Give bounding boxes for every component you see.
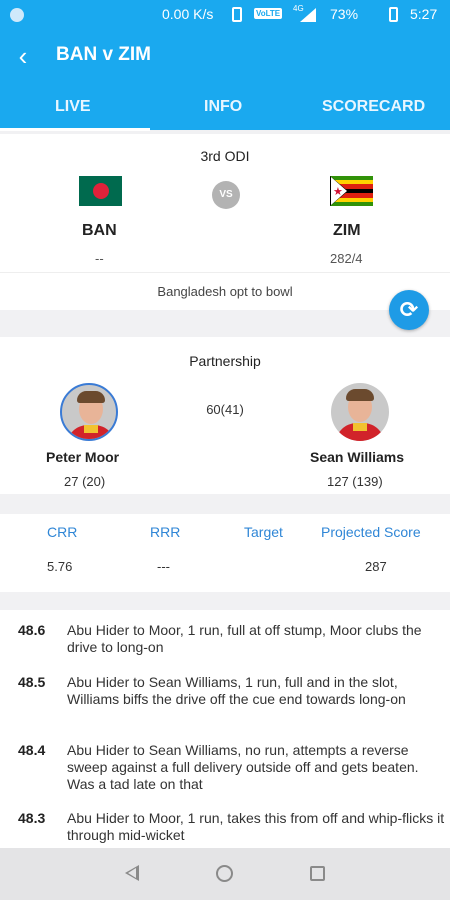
- vibrate-icon: [232, 7, 242, 22]
- vs-badge: VS: [212, 181, 240, 209]
- nav-home-icon[interactable]: [216, 865, 233, 882]
- tab-scorecard[interactable]: SCORECARD: [322, 98, 425, 116]
- notification-icon: [10, 8, 24, 22]
- team1-name: BAN: [82, 222, 117, 239]
- bangladesh-flag-icon: [79, 176, 122, 206]
- zimbabwe-flag-icon: ★: [330, 176, 373, 206]
- projected-score-value: 287: [365, 559, 387, 574]
- refresh-button[interactable]: ⟳: [389, 290, 429, 330]
- commentary-text: Abu Hider to Sean Williams, 1 run, full …: [67, 674, 406, 707]
- page-title: BAN v ZIM: [56, 44, 151, 65]
- team2-score: 282/4: [330, 251, 363, 266]
- nav-back-icon-inner: [128, 868, 136, 878]
- over-number: 48.6: [18, 622, 46, 638]
- status-bar: 0.00 K/s VoLTE 4G 73% 5:27: [0, 0, 450, 30]
- over-number: 48.3: [18, 810, 46, 826]
- battery-percent: 73%: [330, 6, 359, 22]
- match-type: 3rd ODI: [200, 148, 250, 164]
- commentary-list[interactable]: 48.6 Abu Hider to Moor, 1 run, full at o…: [0, 610, 450, 848]
- network-speed: 0.00 K/s: [162, 6, 214, 22]
- partnership-card: Partnership 60(41) Peter Moor Sean Willi…: [0, 337, 450, 494]
- batsman1-name: Peter Moor: [46, 449, 120, 465]
- over-number: 48.4: [18, 742, 46, 758]
- commentary-text: Abu Hider to Sean Williams, no run, atte…: [67, 742, 419, 792]
- tab-live[interactable]: LIVE: [55, 98, 91, 116]
- team2-name: ZIM: [333, 222, 361, 239]
- clock: 5:27: [410, 6, 438, 22]
- projected-score-label: Projected Score: [321, 524, 421, 540]
- batsman2-name: Sean Williams: [310, 449, 405, 465]
- crr-value: 5.76: [47, 559, 73, 574]
- commentary-text: Abu Hider to Moor, 1 run, takes this fro…: [67, 810, 445, 843]
- signal-icon: [300, 8, 316, 22]
- team1-score: --: [95, 251, 104, 266]
- partnership-title: Partnership: [189, 353, 261, 369]
- run-rate-card: CRR RRR Target Projected Score 5.76 --- …: [0, 514, 450, 592]
- refresh-icon: ⟳: [399, 297, 419, 322]
- partnership-runs: 60(41): [206, 402, 244, 417]
- target-label: Target: [244, 524, 283, 540]
- active-tab-indicator: [0, 128, 150, 131]
- back-arrow-icon[interactable]: ‹: [8, 42, 38, 72]
- crr-label: CRR: [47, 524, 78, 540]
- divider: [0, 272, 450, 273]
- tab-info[interactable]: INFO: [204, 98, 242, 116]
- over-number: 48.5: [18, 674, 46, 690]
- batsman2-score: 127 (139): [327, 474, 383, 489]
- battery-icon: [389, 7, 398, 22]
- system-nav-bar: [0, 848, 450, 900]
- app-bar: ‹ BAN v ZIM LIVE INFO SCORECARD: [0, 30, 450, 131]
- commentary-text: Abu Hider to Moor, 1 run, full at off st…: [67, 622, 422, 655]
- rrr-label: RRR: [150, 524, 181, 540]
- nav-recents-icon[interactable]: [310, 866, 325, 881]
- match-summary-card: 3rd ODI ★ BAN ZIM -- 282/4 Bangladesh op…: [0, 134, 450, 310]
- volte-badge: VoLTE: [254, 8, 283, 19]
- rrr-value: ---: [157, 559, 170, 574]
- batsman1-score: 27 (20): [64, 474, 106, 489]
- toss-result: Bangladesh opt to bowl: [157, 284, 293, 299]
